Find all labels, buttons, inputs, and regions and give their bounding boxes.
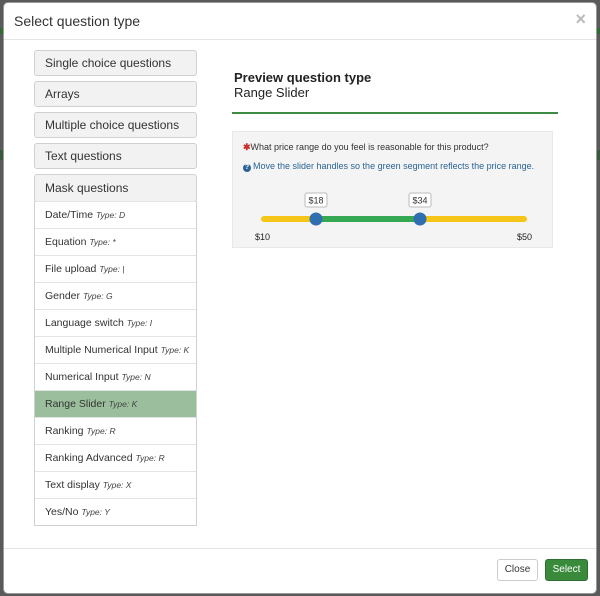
question-type-label: File upload [45, 263, 97, 275]
question-type-item[interactable]: Text display Type: X [35, 471, 196, 498]
slider-value-label: $18 [308, 196, 323, 206]
dialog-title: Select question type [14, 13, 141, 29]
question-type-item[interactable]: Multiple Numerical Input Type: K [35, 336, 196, 363]
question-type-code: Type: G [82, 291, 113, 301]
preview-heading: Preview question type [234, 70, 372, 85]
dialog-header: Select question type × [4, 3, 596, 40]
question-type-code: Type: R [86, 426, 116, 436]
slider-handle-low[interactable] [309, 212, 323, 226]
category-text-questions[interactable]: Text questions [34, 143, 197, 169]
question-type-item[interactable]: Equation Type: * [35, 228, 196, 255]
slider-value-label: $34 [412, 196, 427, 206]
question-type-code: Type: | [99, 264, 125, 274]
mask-questions-list: Date/Time Type: D Equation Type: * File up… [34, 201, 197, 526]
slider-max-label: $50 [517, 232, 532, 242]
question-type-code: Type: R [135, 453, 165, 463]
category-mask-questions[interactable]: Mask questions [34, 174, 197, 202]
range-slider[interactable]: $18 $34 $10 $50 [233, 132, 554, 249]
question-type-label: Date/Time [45, 209, 94, 221]
category-multiple-choice[interactable]: Multiple choice questions [34, 112, 197, 138]
question-type-item[interactable]: Language switch Type: I [35, 309, 196, 336]
question-type-code: Type: X [102, 480, 132, 490]
question-type-code: Type: Y [81, 507, 110, 517]
question-preview-box: ✱What price range do you feel is reasona… [232, 131, 553, 248]
question-type-label: Ranking Advanced [45, 452, 133, 464]
question-type-label: Multiple Numerical Input [45, 344, 158, 356]
slider-handle-high[interactable] [413, 212, 427, 226]
question-type-item[interactable]: File upload Type: | [35, 255, 196, 282]
select-button[interactable]: Select [545, 559, 588, 581]
category-single-choice[interactable]: Single choice questions [34, 50, 197, 76]
question-type-item[interactable]: Gender Type: G [35, 282, 196, 309]
question-type-item[interactable]: Ranking Advanced Type: R [35, 444, 196, 471]
question-type-item[interactable]: Ranking Type: R [35, 417, 196, 444]
question-type-label: Ranking [45, 425, 84, 437]
question-type-code: Type: K [108, 399, 138, 409]
question-type-code: Type: I [126, 318, 153, 328]
question-type-label: Numerical Input [45, 371, 119, 383]
question-type-label: Language switch [45, 317, 124, 329]
preview-divider [232, 112, 558, 114]
question-type-item[interactable]: Range Slider Type: K [35, 390, 196, 417]
question-type-label: Equation [45, 236, 87, 248]
preview-type-name: Range Slider [234, 85, 310, 100]
close-button[interactable]: Close [497, 559, 538, 581]
question-type-item[interactable]: Yes/No Type: Y [35, 498, 196, 525]
dialog-footer: Close Select [4, 548, 596, 593]
question-type-code: Type: N [121, 372, 151, 382]
question-type-item[interactable]: Date/Time Type: D [35, 201, 196, 228]
question-type-label: Yes/No [45, 506, 79, 518]
question-type-code: Type: D [95, 210, 126, 220]
slider-min-label: $10 [255, 232, 270, 242]
category-arrays[interactable]: Arrays [34, 81, 197, 107]
question-type-code: Type: * [89, 237, 116, 247]
question-type-label: Text display [45, 479, 100, 491]
question-type-label: Range Slider [45, 398, 106, 410]
select-question-type-dialog: Select question type × Single choice que… [3, 2, 597, 594]
question-type-label: Gender [45, 290, 81, 302]
question-type-code: Type: K [160, 345, 190, 355]
question-type-item[interactable]: Numerical Input Type: N [35, 363, 196, 390]
close-icon[interactable]: × [575, 9, 586, 30]
